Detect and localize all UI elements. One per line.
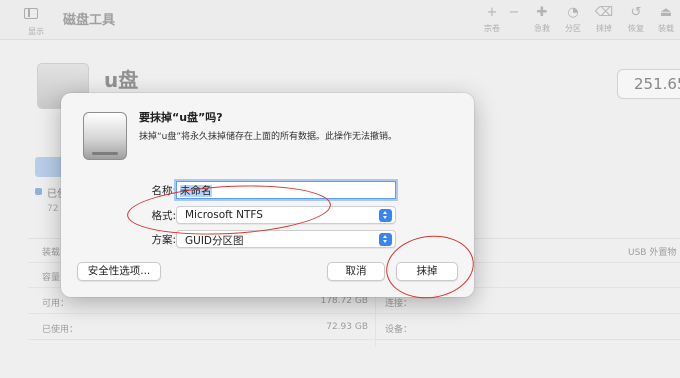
dialog-title: 要抹掉“u盘”吗?: [139, 111, 223, 124]
security-options-button[interactable]: 安全性选项...: [77, 262, 161, 281]
scheme-value: GUID分区图: [185, 235, 244, 247]
scheme-label: 方案:: [151, 234, 176, 246]
chevron-updown-icon: [379, 209, 392, 222]
cancel-button[interactable]: 取消: [327, 262, 385, 281]
chevron-updown-icon: [379, 233, 392, 246]
dialog-description: 抹掉“u盘”将永久抹掉储存在上面的所有数据。此操作无法撤销。: [139, 132, 398, 142]
external-disk-icon: [81, 110, 129, 162]
